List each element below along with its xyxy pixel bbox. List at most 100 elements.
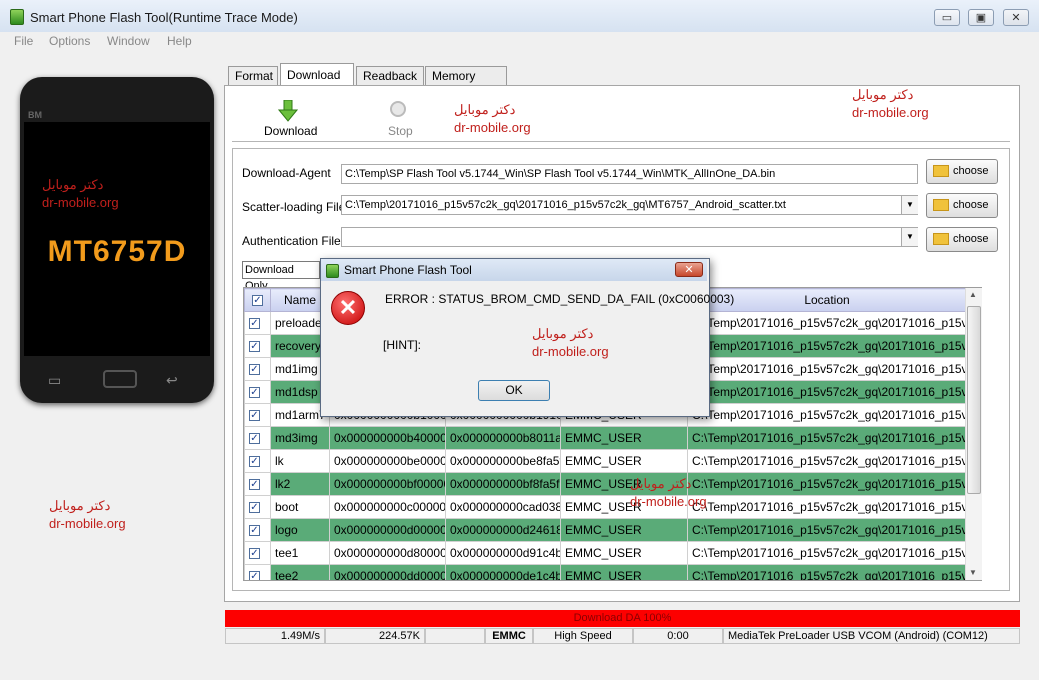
window-title: Smart Phone Flash Tool(Runtime Trace Mod… bbox=[30, 10, 298, 25]
watermark: دكتر موبايل dr-mobile.org bbox=[454, 102, 531, 135]
row-checkbox[interactable]: ✓ bbox=[244, 541, 271, 565]
cell-name: logo bbox=[270, 518, 330, 542]
row-checkbox[interactable]: ✓ bbox=[244, 564, 271, 580]
table-row[interactable]: ✓ tee2 0x000000000dd00000 0x000000000de1c4b… bbox=[244, 564, 967, 580]
cell-name: lk bbox=[270, 449, 330, 473]
menu-help[interactable]: Help bbox=[167, 34, 192, 48]
row-checkbox[interactable]: ✓ bbox=[244, 426, 271, 450]
download-button-label[interactable]: Download bbox=[264, 124, 317, 138]
table-row[interactable]: ✓ lk 0x000000000be00000 0x000000000be8fa5f E… bbox=[244, 449, 967, 473]
tab-download[interactable]: Download bbox=[280, 63, 354, 86]
choose-auth-button[interactable]: choose bbox=[926, 227, 998, 252]
row-checkbox[interactable]: ✓ bbox=[244, 518, 271, 542]
cell-name: lk2 bbox=[270, 472, 330, 496]
chevron-down-icon[interactable]: ▼ bbox=[901, 228, 918, 246]
dialog-close-button[interactable]: ✕ bbox=[675, 262, 703, 277]
tab-readback[interactable]: Readback bbox=[356, 66, 424, 85]
cell-location: C:\Temp\20171016_p15v57c2k_gq\20171016_p… bbox=[687, 472, 967, 496]
status-port: MediaTek PreLoader USB VCOM (Android) (C… bbox=[723, 628, 1020, 644]
watermark: دكتر موبايل dr-mobile.org bbox=[49, 498, 126, 531]
cell-name: md3img bbox=[270, 426, 330, 450]
cell-end: 0x000000000de1c4bf bbox=[445, 564, 561, 580]
status-time: 0:00 bbox=[633, 628, 723, 644]
auth-file-combo[interactable] bbox=[341, 227, 918, 247]
phone-model: MT6757D bbox=[47, 235, 187, 268]
download-agent-field[interactable]: C:\Temp\SP Flash Tool v5.1744_Win\SP Fla… bbox=[341, 164, 918, 184]
cell-location: C:\Temp\20171016_p15v57c2k_gq\20171016_p… bbox=[687, 518, 967, 542]
app-icon bbox=[326, 264, 339, 278]
row-checkbox[interactable]: ✓ bbox=[244, 334, 271, 358]
menu-window[interactable]: Window bbox=[107, 34, 150, 48]
row-checkbox[interactable]: ✓ bbox=[244, 403, 271, 427]
cell-location: C:\Temp\20171016_p15v57c2k_gq\20171016_p… bbox=[687, 380, 967, 404]
stop-button-label: Stop bbox=[388, 124, 413, 138]
folder-icon bbox=[933, 233, 949, 246]
chevron-down-icon[interactable]: ▼ bbox=[901, 196, 918, 214]
watermark: دكتر موبايل dr-mobile.org bbox=[630, 476, 707, 509]
row-checkbox[interactable]: ✓ bbox=[244, 472, 271, 496]
scrollbar-thumb[interactable] bbox=[967, 306, 981, 494]
download-agent-label: Download-Agent bbox=[242, 166, 331, 180]
cell-name: tee2 bbox=[270, 564, 330, 580]
status-speed: 1.49M/s bbox=[225, 628, 325, 644]
cell-end: 0x000000000cad038f bbox=[445, 495, 561, 519]
table-row[interactable]: ✓ md3img 0x000000000b400000 0x000000000b801… bbox=[244, 426, 967, 450]
row-checkbox[interactable]: ✓ bbox=[244, 495, 271, 519]
choose-da-button[interactable]: choose bbox=[926, 159, 998, 184]
cell-location: C:\Temp\20171016_p15v57c2k_gq\20171016_p… bbox=[687, 426, 967, 450]
cell-location: C:\Temp\20171016_p15v57c2k_gq\20171016_p… bbox=[687, 403, 967, 427]
cell-region: EMMC_USER bbox=[560, 426, 688, 450]
cell-begin: 0x000000000dd00000 bbox=[329, 564, 446, 580]
cell-begin: 0x000000000be00000 bbox=[329, 449, 446, 473]
progress-label: Download DA 100% bbox=[573, 612, 672, 624]
phone-home-button bbox=[103, 370, 137, 388]
cell-region: EMMC_USER bbox=[560, 564, 688, 580]
table-row[interactable]: ✓ logo 0x000000000d000000 0x000000000d24618… bbox=[244, 518, 967, 542]
close-button[interactable]: ✕ bbox=[1003, 9, 1029, 26]
app-icon bbox=[10, 9, 24, 25]
phone-menu-icon: ▭ bbox=[48, 372, 62, 388]
row-checkbox[interactable]: ✓ bbox=[244, 380, 271, 404]
row-checkbox[interactable]: ✓ bbox=[244, 311, 271, 335]
cell-end: 0x000000000d91c4bf bbox=[445, 541, 561, 565]
cell-location: C:\Temp\20171016_p15v57c2k_gq\20171016_p… bbox=[687, 495, 967, 519]
table-row[interactable]: ✓ tee1 0x000000000d800000 0x000000000d91c4b… bbox=[244, 541, 967, 565]
download-arrow-icon[interactable] bbox=[278, 100, 298, 122]
scatter-file-combo[interactable]: C:\Temp\20171016_p15v57c2k_gq\20171016_p… bbox=[341, 195, 918, 215]
table-row[interactable]: ✓ lk2 0x000000000bf00000 0x000000000bf8fa5f… bbox=[244, 472, 967, 496]
cell-end: 0x000000000be8fa5f bbox=[445, 449, 561, 473]
menu-file[interactable]: File bbox=[14, 34, 33, 48]
cell-region: EMMC_USER bbox=[560, 541, 688, 565]
cell-location: C:\Temp\20171016_p15v57c2k_gq\20171016_p… bbox=[687, 334, 967, 358]
error-message: ERROR : STATUS_BROM_CMD_SEND_DA_FAIL (0x… bbox=[385, 292, 735, 306]
cell-end: 0x000000000d24618f bbox=[445, 518, 561, 542]
cell-region: EMMC_USER bbox=[560, 449, 688, 473]
scroll-up-icon[interactable]: ▲ bbox=[969, 290, 977, 299]
ok-button[interactable]: OK bbox=[478, 380, 550, 401]
cell-region: EMMC_USER bbox=[560, 518, 688, 542]
status-blank bbox=[425, 628, 485, 644]
scatter-file-label: Scatter-loading File bbox=[242, 200, 346, 214]
cell-location: C:\Temp\20171016_p15v57c2k_gq\20171016_p… bbox=[687, 357, 967, 381]
cell-location: C:\Temp\20171016_p15v57c2k_gq\20171016_p… bbox=[687, 311, 967, 335]
tab-memory-test[interactable]: Memory Test bbox=[425, 66, 507, 102]
folder-icon bbox=[933, 199, 949, 212]
download-mode-select[interactable]: Download Only bbox=[242, 261, 320, 292]
row-checkbox[interactable]: ✓ bbox=[244, 357, 271, 381]
select-all-checkbox[interactable]: ✓ bbox=[244, 288, 271, 312]
menu-options[interactable]: Options bbox=[49, 34, 90, 48]
scroll-down-icon[interactable]: ▼ bbox=[969, 568, 977, 577]
row-checkbox[interactable]: ✓ bbox=[244, 449, 271, 473]
choose-scatter-button[interactable]: choose bbox=[926, 193, 998, 218]
status-usb-speed: High Speed bbox=[533, 628, 633, 644]
dialog-title: Smart Phone Flash Tool bbox=[344, 263, 472, 277]
cell-end: 0x000000000bf8fa5f bbox=[445, 472, 561, 496]
maximize-button[interactable]: ▣ bbox=[968, 9, 994, 26]
error-icon: ✕ bbox=[331, 291, 365, 325]
table-row[interactable]: ✓ boot 0x000000000c000000 0x000000000cad038… bbox=[244, 495, 967, 519]
tab-format[interactable]: Format bbox=[228, 66, 278, 85]
cell-location: C:\Temp\20171016_p15v57c2k_gq\20171016_p… bbox=[687, 449, 967, 473]
auth-file-label: Authentication File bbox=[242, 234, 341, 248]
minimize-button[interactable]: ▭ bbox=[934, 9, 960, 26]
cell-location: C:\Temp\20171016_p15v57c2k_gq\20171016_p… bbox=[687, 564, 967, 580]
